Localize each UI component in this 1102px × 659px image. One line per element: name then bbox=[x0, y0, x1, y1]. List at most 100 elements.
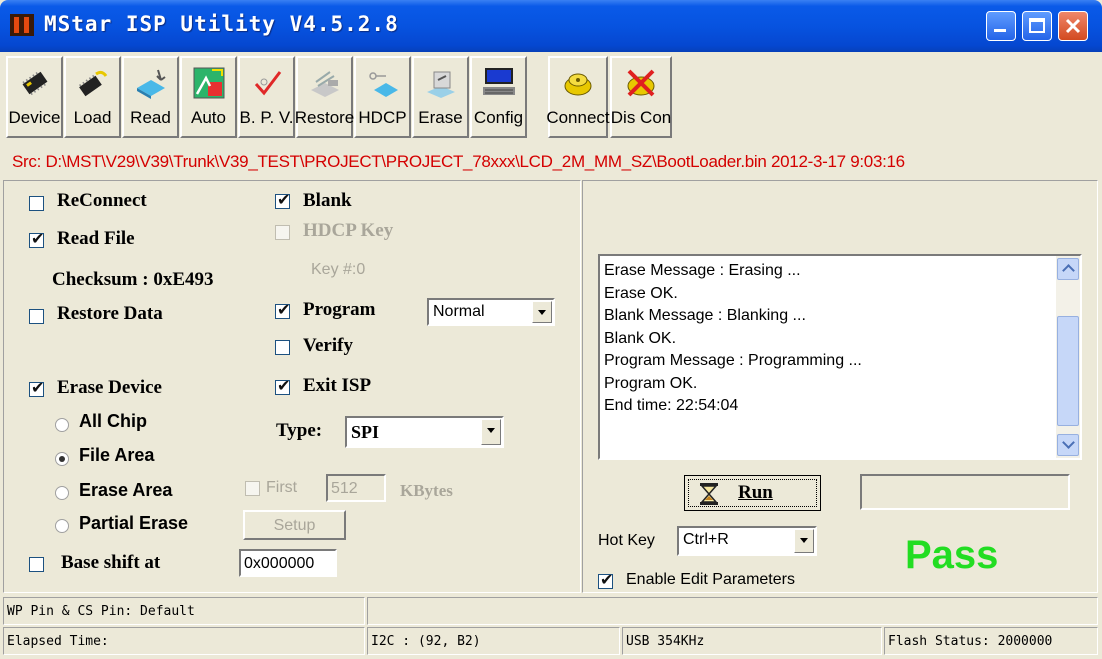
run-button[interactable]: Run bbox=[684, 475, 821, 511]
maximize-button[interactable] bbox=[1022, 11, 1052, 41]
check-mark-icon: ✔ bbox=[31, 378, 45, 397]
log-line: Program OK. bbox=[604, 374, 698, 392]
close-button[interactable] bbox=[1058, 11, 1088, 41]
load-label: Load bbox=[73, 108, 112, 127]
mstar-logo-icon bbox=[10, 14, 34, 36]
result-status: Pass bbox=[905, 533, 999, 577]
auto-icon bbox=[193, 67, 224, 99]
type-label: Type: bbox=[276, 420, 323, 441]
scroll-down-icon[interactable] bbox=[1057, 434, 1079, 456]
program-mode-select[interactable]: Normal bbox=[427, 298, 555, 326]
erase-label: Erase bbox=[418, 108, 463, 127]
scroll-up-icon[interactable] bbox=[1057, 258, 1079, 280]
read-file-label: Read File bbox=[57, 228, 135, 249]
reconnect-checkbox[interactable] bbox=[29, 196, 44, 211]
erase-area-label: Erase Area bbox=[79, 480, 173, 500]
all-chip-label: All Chip bbox=[79, 411, 147, 431]
reconnect-label: ReConnect bbox=[57, 190, 147, 211]
check-mark-icon: ✔ bbox=[600, 570, 614, 589]
check-mark-icon: ✔ bbox=[277, 376, 291, 395]
log-scrollbar[interactable] bbox=[1056, 256, 1080, 458]
i2c-status: I2C : (92, B2) bbox=[367, 627, 620, 655]
hdcp-label: HDCP bbox=[358, 108, 407, 127]
restore-label: Restore bbox=[294, 108, 355, 127]
restore-button[interactable]: Restore bbox=[295, 56, 354, 138]
minimize-icon bbox=[994, 29, 1006, 32]
chevron-down-icon[interactable] bbox=[481, 419, 501, 445]
chevron-down-icon[interactable] bbox=[794, 529, 814, 553]
message-log[interactable]: Erase Message : Erasing ... Erase OK. Bl… bbox=[598, 254, 1082, 460]
type-value: SPI bbox=[351, 422, 380, 442]
verify-label: Verify bbox=[303, 335, 353, 356]
connect-button[interactable]: Connect bbox=[546, 56, 610, 138]
restore-data-label: Restore Data bbox=[57, 303, 163, 324]
program-checkbox[interactable]: ✔ bbox=[275, 300, 290, 319]
erase-area-radio[interactable] bbox=[55, 486, 69, 500]
first-checkbox[interactable] bbox=[245, 481, 260, 496]
file-area-radio[interactable] bbox=[55, 452, 69, 466]
read-icon bbox=[136, 69, 166, 99]
scroll-thumb[interactable] bbox=[1057, 316, 1079, 426]
enable-edit-checkbox[interactable]: ✔ bbox=[598, 570, 613, 589]
all-chip-radio[interactable] bbox=[55, 418, 69, 432]
read-file-checkbox[interactable]: ✔ bbox=[29, 229, 44, 248]
exit-isp-label: Exit ISP bbox=[303, 375, 372, 396]
usb-status: USB 354KHz bbox=[622, 627, 882, 655]
key-number: Key #:0 bbox=[311, 261, 366, 278]
enable-edit-label: Enable Edit Parameters bbox=[626, 571, 795, 588]
hot-key-value: Ctrl+R bbox=[683, 531, 729, 548]
restore-icon bbox=[310, 71, 339, 97]
connect-label: Connect bbox=[546, 108, 610, 127]
verify-checkbox[interactable] bbox=[275, 340, 290, 355]
read-label: Read bbox=[130, 108, 171, 127]
auto-label: Auto bbox=[191, 108, 226, 127]
hdcp-key-checkbox[interactable] bbox=[275, 225, 290, 240]
auto-button[interactable]: Auto bbox=[180, 56, 237, 138]
blank-checkbox[interactable]: ✔ bbox=[275, 190, 290, 209]
disconnect-label: Dis Con bbox=[610, 108, 672, 127]
partial-erase-radio[interactable] bbox=[55, 519, 69, 533]
base-shift-checkbox[interactable] bbox=[29, 557, 44, 572]
base-shift-input[interactable]: 0x000000 bbox=[239, 549, 337, 577]
run-label: Run bbox=[738, 482, 773, 503]
first-kbytes-input[interactable]: 512 bbox=[326, 474, 386, 502]
log-line: Erase OK. bbox=[604, 284, 678, 302]
log-line: Erase Message : Erasing ... bbox=[604, 262, 801, 279]
connect-icon bbox=[564, 73, 592, 96]
config-label: Config bbox=[473, 108, 524, 127]
hdcp-icon bbox=[368, 72, 398, 97]
check-mark-icon: ✔ bbox=[277, 190, 291, 209]
pin-status: WP Pin & CS Pin: Default bbox=[3, 597, 365, 625]
log-line: Program Message : Programming ... bbox=[604, 352, 862, 369]
erase-icon bbox=[426, 71, 455, 98]
restore-data-checkbox[interactable] bbox=[29, 309, 44, 324]
hot-key-label: Hot Key bbox=[598, 532, 655, 549]
erase-button[interactable]: Erase bbox=[412, 56, 469, 138]
bpv-label: B. P. V. bbox=[239, 108, 294, 127]
elapsed-time: Elapsed Time: bbox=[3, 627, 365, 655]
progress-field bbox=[860, 474, 1070, 510]
disconnect-button[interactable]: Dis Con bbox=[610, 56, 672, 138]
log-line: End time: 22:54:04 bbox=[604, 397, 739, 414]
check-icon bbox=[254, 71, 281, 96]
bpv-button[interactable]: B. P. V. bbox=[238, 56, 295, 138]
erase-device-checkbox[interactable]: ✔ bbox=[29, 378, 44, 397]
setup-button[interactable]: Setup bbox=[243, 510, 346, 540]
kbytes-unit: KBytes bbox=[400, 481, 453, 500]
config-button[interactable]: Config bbox=[470, 56, 527, 138]
hdcp-button[interactable]: HDCP bbox=[354, 56, 411, 138]
read-button[interactable]: Read bbox=[122, 56, 179, 138]
log-line: Blank Message : Blanking ... bbox=[604, 307, 806, 324]
close-icon bbox=[1065, 18, 1081, 34]
load-button[interactable]: Load bbox=[64, 56, 121, 138]
device-button[interactable]: Device bbox=[6, 56, 63, 138]
setup-label: Setup bbox=[273, 517, 316, 534]
hot-key-select[interactable]: Ctrl+R bbox=[677, 526, 817, 556]
type-select[interactable]: SPI bbox=[345, 416, 504, 448]
radio-dot-icon bbox=[59, 456, 65, 462]
minimize-button[interactable] bbox=[986, 11, 1016, 41]
base-shift-label: Base shift at bbox=[61, 552, 161, 573]
hourglass-icon bbox=[700, 483, 718, 505]
exit-isp-checkbox[interactable]: ✔ bbox=[275, 376, 290, 395]
chevron-down-icon[interactable] bbox=[532, 301, 552, 323]
